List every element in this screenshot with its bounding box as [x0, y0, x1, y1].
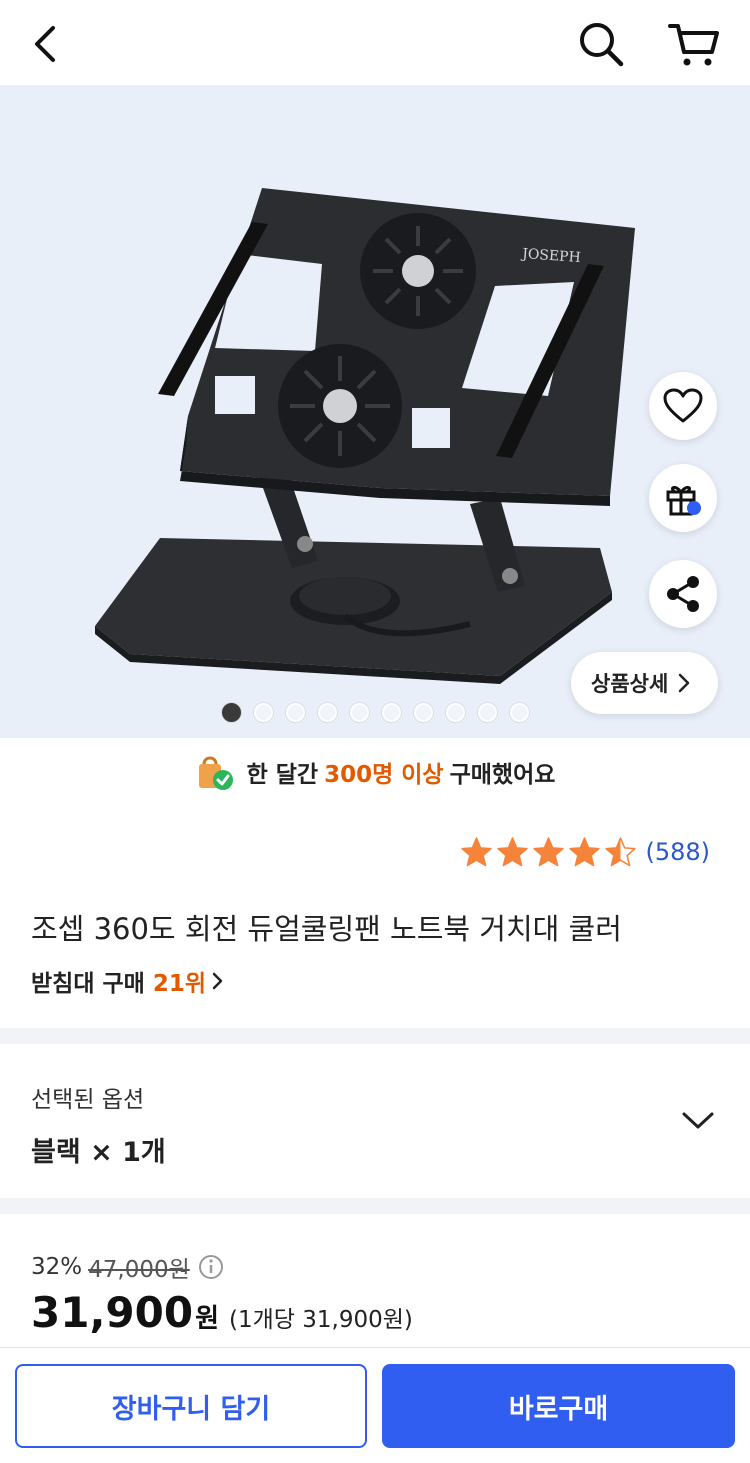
carousel-dot[interactable] — [446, 703, 465, 722]
carousel-dot[interactable] — [318, 703, 337, 722]
rank-label: 받침대 구매 — [31, 971, 145, 997]
product-detail-label: 상품상세 — [591, 672, 669, 696]
carousel-dot[interactable] — [414, 703, 433, 722]
original-price: 47,000원 — [88, 1257, 190, 1283]
unit-price: (1개당 31,900원) — [229, 1307, 413, 1333]
chevron-left-icon — [35, 26, 55, 62]
chevron-down-icon[interactable] — [680, 1108, 716, 1132]
purchase-count-banner: 한 달간 300명 이상 구매했어요 — [0, 738, 750, 806]
carousel-dot[interactable] — [286, 703, 305, 722]
share-button[interactable] — [649, 560, 717, 628]
shopping-bag-check-icon — [198, 756, 233, 790]
top-bar — [0, 0, 750, 86]
rating-summary[interactable]: (588) — [457, 836, 710, 868]
wishlist-button[interactable] — [649, 372, 717, 440]
chevron-right-icon — [212, 972, 223, 990]
back-button[interactable] — [20, 18, 72, 70]
carousel-dot[interactable] — [350, 703, 369, 722]
carousel-dot[interactable] — [478, 703, 497, 722]
discount-rate: 32% — [31, 1254, 83, 1280]
cart-button[interactable] — [668, 18, 720, 70]
banner-prefix: 한 달간 — [246, 762, 319, 788]
carousel-indicator — [222, 703, 529, 723]
gift-button[interactable] — [649, 464, 717, 532]
section-divider — [0, 1198, 750, 1214]
sale-price: 31,900 — [31, 1288, 194, 1337]
chevron-right-icon — [679, 673, 690, 693]
product-image-carousel[interactable]: JOSEPH 상품상세 — [0, 86, 750, 738]
carousel-dot[interactable] — [510, 703, 529, 722]
heart-icon — [663, 388, 703, 423]
search-icon — [580, 23, 624, 67]
laptop-stand-image: JOSEPH — [95, 188, 635, 684]
discount-row: 32% 47,000원 — [31, 1250, 224, 1284]
currency-unit: 원 — [195, 1304, 219, 1334]
banner-suffix: 구매했어요 — [449, 762, 556, 788]
banner-highlight: 300명 이상 — [324, 762, 444, 788]
section-divider — [0, 1028, 750, 1044]
star-icon — [461, 837, 493, 867]
rank-value: 21위 — [152, 971, 206, 997]
share-icon — [667, 576, 699, 612]
cart-icon — [668, 24, 719, 66]
star-icon — [533, 837, 565, 867]
gift-icon — [666, 485, 701, 516]
star-icon — [569, 837, 601, 867]
option-value: 블랙 × 1개 — [31, 1137, 166, 1168]
buy-now-button[interactable]: 바로구매 — [382, 1364, 735, 1448]
star-icon — [497, 837, 529, 867]
star-icon — [605, 837, 637, 867]
review-count[interactable]: (588) — [645, 838, 710, 866]
search-button[interactable] — [575, 18, 627, 70]
option-label: 선택된 옵션 — [31, 1087, 145, 1113]
product-detail-button[interactable]: 상품상세 — [571, 652, 718, 714]
product-page: JOSEPH 상품상세 한 달간 300명 이상 구매했어요 (588) 조셉 … — [0, 0, 750, 1463]
carousel-dot[interactable] — [222, 703, 241, 722]
add-to-cart-button[interactable]: 장바구니 담기 — [15, 1364, 367, 1448]
info-icon[interactable] — [198, 1254, 224, 1280]
bottom-action-bar: 장바구니 담기 바로구매 — [0, 1347, 750, 1463]
carousel-dot[interactable] — [382, 703, 401, 722]
star-rating — [457, 836, 637, 868]
product-title: 조셉 360도 회전 듀얼쿨링팬 노트북 거치대 쿨러 — [31, 912, 622, 946]
sale-price-row: 31,900 원 (1개당 31,900원) — [31, 1288, 413, 1337]
category-rank-link[interactable]: 받침대 구매 21위 — [31, 964, 224, 998]
carousel-dot[interactable] — [254, 703, 273, 722]
